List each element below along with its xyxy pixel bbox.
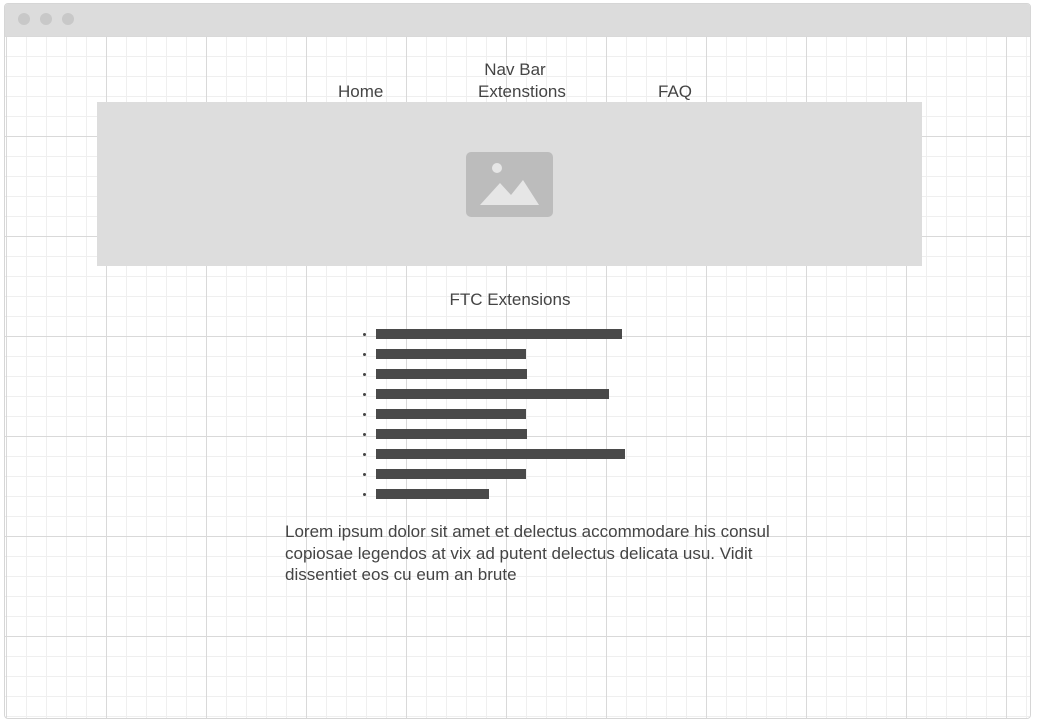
text-placeholder-bar bbox=[376, 349, 526, 359]
section-title: FTC Extensions bbox=[449, 290, 571, 309]
bullet-dot bbox=[363, 333, 366, 336]
window-dot-minimize[interactable] bbox=[40, 13, 52, 25]
window-dot-maximize[interactable] bbox=[62, 13, 74, 25]
page-canvas: Nav Bar Home Extenstions FAQ FTC Extensi… bbox=[5, 36, 1030, 718]
bullet-dot bbox=[363, 353, 366, 356]
bullet-dot bbox=[363, 453, 366, 456]
hero-image-placeholder bbox=[97, 102, 922, 266]
nav-link-faq[interactable]: FAQ bbox=[658, 82, 692, 102]
bullet-dot bbox=[363, 413, 366, 416]
bullet-dot bbox=[363, 373, 366, 376]
bullet-dot bbox=[363, 473, 366, 476]
browser-window: Nav Bar Home Extenstions FAQ FTC Extensi… bbox=[4, 3, 1031, 719]
text-placeholder-bar bbox=[376, 429, 527, 439]
text-placeholder-bar bbox=[376, 329, 622, 339]
bullet-dot bbox=[363, 433, 366, 436]
bullet-dot bbox=[363, 493, 366, 496]
text-placeholder-bar bbox=[376, 409, 526, 419]
bullet-dot bbox=[363, 393, 366, 396]
text-placeholder-bar bbox=[376, 449, 625, 459]
text-placeholder-bar bbox=[376, 469, 526, 479]
body-paragraph: Lorem ipsum dolor sit amet et delectus a… bbox=[285, 522, 770, 584]
text-placeholder-bar bbox=[376, 389, 609, 399]
window-titlebar bbox=[5, 4, 1030, 36]
nav-link-extensions[interactable]: Extenstions bbox=[478, 82, 566, 102]
nav-link-home[interactable]: Home bbox=[338, 82, 383, 102]
text-placeholder-bar bbox=[376, 489, 489, 499]
navbar-title: Nav Bar bbox=[484, 60, 546, 79]
window-dot-close[interactable] bbox=[18, 13, 30, 25]
text-placeholder-bar bbox=[376, 369, 527, 379]
image-placeholder-icon bbox=[466, 152, 553, 217]
